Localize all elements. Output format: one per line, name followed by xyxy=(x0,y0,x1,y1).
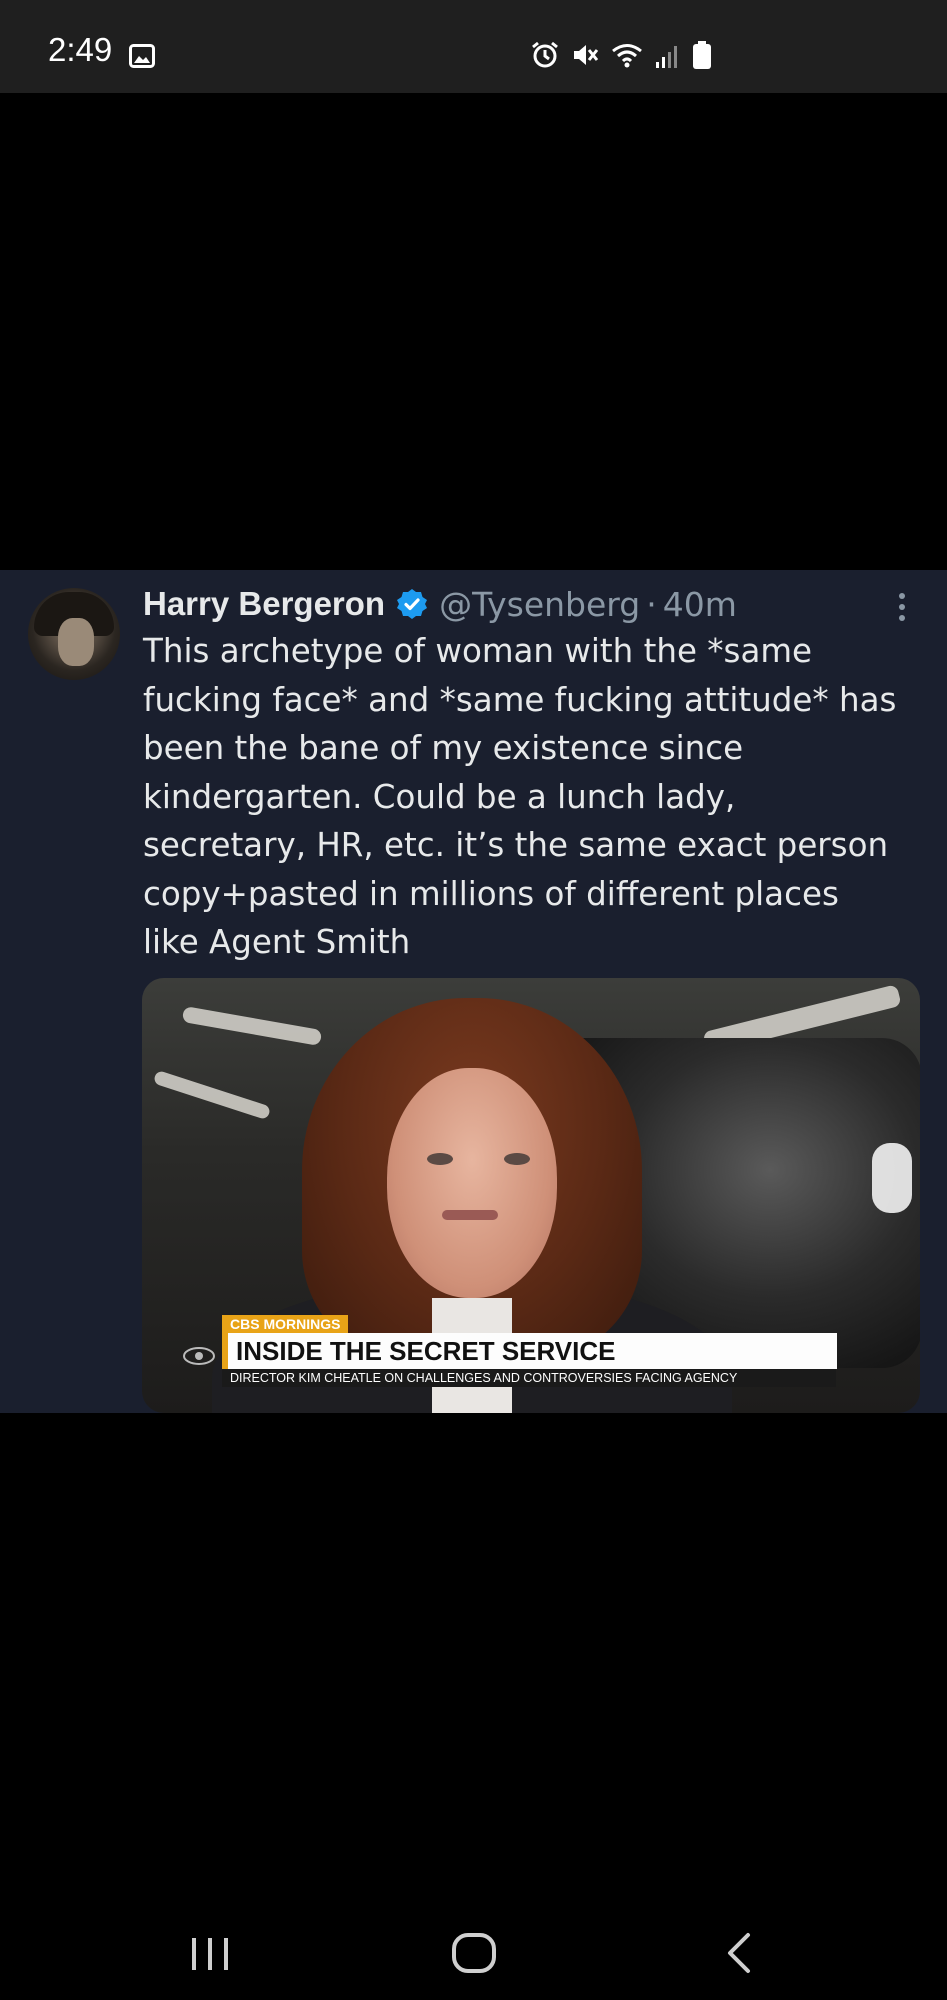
avatar[interactable] xyxy=(28,588,120,680)
news-lower-third: CBS MORNINGS INSIDE THE SECRET SERVICE D… xyxy=(222,1314,837,1387)
status-time: 2:49 xyxy=(48,31,113,68)
navigation-bar xyxy=(0,1900,947,2000)
verified-icon xyxy=(397,589,428,619)
wifi-icon xyxy=(612,44,642,68)
gallery-icon xyxy=(129,44,155,68)
news-headline: INSIDE THE SECRET SERVICE xyxy=(222,1333,837,1369)
cbs-eye-icon xyxy=(183,1347,215,1365)
author-handle[interactable]: @Tysenberg xyxy=(439,585,640,624)
signal-icon xyxy=(656,46,677,68)
mute-icon xyxy=(574,45,599,65)
tweet-text: This archetype of woman with the *same f… xyxy=(143,632,897,961)
news-subheadline: DIRECTOR KIM CHEATLE ON CHALLENGES AND C… xyxy=(222,1369,836,1387)
tweet-header: Harry Bergeron @Tysenberg · 40m xyxy=(143,580,737,628)
battery-icon xyxy=(693,41,711,69)
tweet-media[interactable]: CBS MORNINGS INSIDE THE SECRET SERVICE D… xyxy=(142,978,920,1413)
status-icons xyxy=(530,40,712,70)
home-icon[interactable] xyxy=(444,1928,504,1978)
status-bar: 2:49 xyxy=(0,0,947,93)
header-separator: · xyxy=(646,584,657,624)
author-name[interactable]: Harry Bergeron xyxy=(143,585,385,623)
news-brand: CBS MORNINGS xyxy=(222,1315,349,1333)
recents-icon[interactable] xyxy=(180,1928,240,1978)
tweet-time[interactable]: 40m xyxy=(663,585,737,624)
more-options-icon[interactable] xyxy=(895,591,909,623)
back-icon[interactable] xyxy=(710,1928,770,1978)
alarm-icon xyxy=(532,41,558,68)
